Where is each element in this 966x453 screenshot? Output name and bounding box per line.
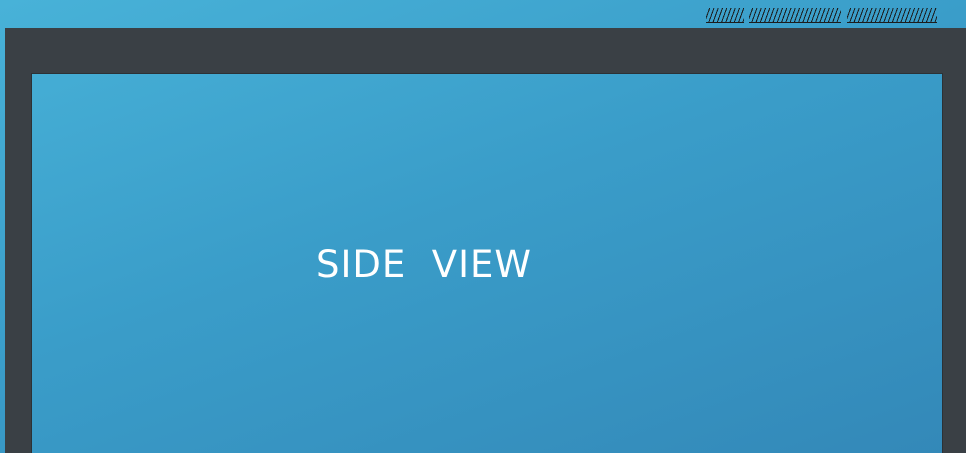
hatched-strip-1 [706, 8, 744, 23]
top-beam [5, 28, 966, 74]
hatched-strip-3 [847, 8, 937, 23]
inner-edge-right [942, 74, 943, 453]
left-post [5, 74, 31, 453]
side-view-diagram: SIDE VIEW [0, 0, 966, 453]
inner-edge-left [31, 74, 32, 453]
diagram-title: SIDE VIEW [316, 243, 532, 286]
hatched-strip-2 [749, 8, 841, 23]
inner-edge-top [31, 73, 943, 74]
right-post [943, 74, 966, 453]
